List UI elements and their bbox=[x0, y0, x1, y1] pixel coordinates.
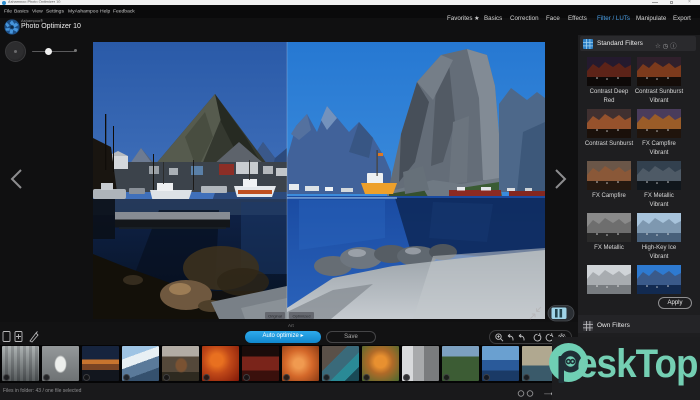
svg-text:Optimized: Optimized bbox=[292, 313, 310, 318]
svg-text:Original: Original bbox=[268, 313, 282, 318]
